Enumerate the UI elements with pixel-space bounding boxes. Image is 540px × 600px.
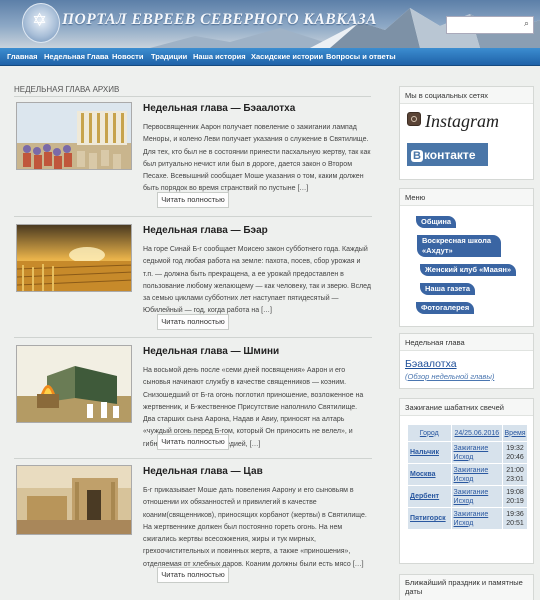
site-header: ✡ ПОРТАЛ ЕВРЕЕВ СЕВЕРНОГО КАВКАЗА ⌕: [0, 0, 540, 48]
main-nav: Главная Недельная Глава Новости Традиции…: [0, 48, 540, 66]
instagram-link[interactable]: Instagram: [425, 111, 499, 132]
divider: [14, 337, 372, 338]
search-box: ⌕: [446, 16, 534, 34]
post-title[interactable]: Недельная глава — Бэар: [143, 225, 268, 236]
menu-widget: Меню Община Воскресная школа «Ахдут» Жен…: [399, 188, 534, 327]
city-link[interactable]: Москва: [407, 463, 452, 486]
post-card: Недельная глава — Бэар На горе Синай Б-г…: [14, 224, 372, 342]
page-title: НЕДЕЛЬНАЯ ГЛАВА АРХИВ: [14, 85, 120, 94]
time-exit: 20:19: [506, 497, 524, 505]
column-header-city[interactable]: Город: [407, 424, 452, 442]
candle-table: Город 24/25.06.2016 Время Нальчик Зажига…: [407, 424, 528, 530]
menu-item-womens-club[interactable]: Женский клуб «Мааян»: [420, 264, 517, 276]
post-title[interactable]: Недельная глава — Шмини: [143, 346, 279, 357]
time-exit: 23:01: [506, 475, 524, 483]
nav-item-our-history[interactable]: Наша история: [193, 52, 246, 61]
widget-title: Меню: [400, 189, 533, 206]
menu-item-community[interactable]: Община: [416, 216, 457, 228]
nav-item-faq[interactable]: Вопросы и ответы: [326, 52, 396, 61]
nav-item-traditions[interactable]: Традиции: [151, 52, 187, 61]
city-link[interactable]: Нальчик: [407, 441, 452, 464]
read-more-button[interactable]: Читать полностью: [157, 192, 229, 208]
divider: [14, 96, 371, 97]
city-link[interactable]: Дербент: [407, 485, 452, 508]
menu-item-sunday-school[interactable]: Воскресная школа «Ахдут»: [417, 235, 501, 257]
time-cell: 19:08 20:19: [502, 485, 528, 508]
event-exit[interactable]: Исход: [454, 454, 474, 461]
time-lighting: 19:32: [506, 444, 524, 452]
post-card: Недельная глава — Бэаалотха Первосвященн…: [14, 102, 372, 220]
post-excerpt: Первосвященник Аарон получает повеление …: [143, 124, 371, 193]
event-lighting[interactable]: Зажигание: [454, 489, 489, 496]
table-row: Нальчик Зажигание Исход 19:32 20:46: [407, 441, 528, 464]
time-exit: 20:51: [506, 519, 524, 527]
column-header-date[interactable]: 24/25.06.2016: [450, 424, 504, 442]
site-title[interactable]: ПОРТАЛ ЕВРЕЕВ СЕВЕРНОГО КАВКАЗА: [62, 11, 377, 29]
post-title[interactable]: Недельная глава — Цав: [143, 466, 263, 477]
star-of-david-icon: ✡: [32, 10, 48, 31]
table-header-row: Город 24/25.06.2016 Время: [407, 424, 528, 442]
time-cell: 21:00 23:01: [502, 463, 528, 486]
event-exit[interactable]: Исход: [454, 498, 474, 505]
post-title[interactable]: Недельная глава — Бэаалотха: [143, 103, 295, 114]
post-card: Недельная глава — Цав Б-г приказывает Мо…: [14, 465, 372, 595]
time-lighting: 19:08: [506, 488, 524, 496]
event-lighting[interactable]: Зажигание: [454, 467, 489, 474]
divider: [14, 458, 372, 459]
vk-icon: В: [411, 150, 423, 162]
post-thumbnail[interactable]: [16, 102, 132, 170]
menu-item-newspaper[interactable]: Наша газета: [420, 283, 476, 295]
post-excerpt: На горе Синай Б-г сообщает Моисею закон …: [143, 246, 372, 315]
time-cell: 19:32 20:46: [502, 441, 528, 464]
nav-item-home[interactable]: Главная: [7, 52, 38, 61]
nav-item-weekly-parsha[interactable]: Недельная Глава: [44, 52, 109, 61]
post-thumbnail[interactable]: [16, 465, 132, 535]
time-lighting: 19:36: [506, 510, 524, 518]
read-more-button[interactable]: Читать полностью: [157, 434, 229, 450]
vk-label: контакте: [423, 148, 476, 162]
search-input[interactable]: [447, 17, 517, 33]
nav-item-hasidic-stories[interactable]: Хасидские истории: [251, 52, 323, 61]
column-header-time[interactable]: Время: [502, 424, 528, 442]
time-exit: 20:46: [506, 453, 524, 461]
event-cell[interactable]: Зажигание Исход: [450, 507, 504, 530]
candle-lighting-widget: Зажигание шабатних свечей Город 24/25.06…: [399, 398, 534, 564]
table-row: Дербент Зажигание Исход 19:08 20:19: [407, 485, 528, 508]
instagram-icon[interactable]: [407, 112, 421, 126]
event-lighting[interactable]: Зажигание: [454, 445, 489, 452]
read-more-button[interactable]: Читать полностью: [157, 567, 229, 583]
event-cell[interactable]: Зажигание Исход: [450, 441, 504, 464]
widget-title: Недельная глава: [400, 334, 533, 351]
event-cell[interactable]: Зажигание Исход: [450, 485, 504, 508]
event-lighting[interactable]: Зажигание: [454, 511, 489, 518]
post-thumbnail[interactable]: [16, 224, 132, 292]
divider: [14, 216, 372, 217]
post-excerpt: Б-г приказывает Моше дать повеления Ааро…: [143, 487, 367, 568]
post-card: Недельная глава — Шмини На восьмой день …: [14, 345, 372, 465]
parsha-review-link[interactable]: (Обзор недельной главы): [405, 372, 494, 381]
widget-title: Зажигание шабатних свечей: [400, 399, 533, 416]
nav-item-news[interactable]: Новости: [112, 52, 143, 61]
city-link[interactable]: Пятигорск: [407, 507, 452, 530]
widget-title: Ближайший праздник и памятные даты: [400, 575, 533, 600]
widget-title: Мы в социальных сетях: [400, 87, 533, 104]
event-exit[interactable]: Исход: [454, 520, 474, 527]
post-thumbnail[interactable]: [16, 345, 132, 423]
search-icon[interactable]: ⌕: [524, 19, 529, 29]
table-row: Пятигорск Зажигание Исход 19:36 20:51: [407, 507, 528, 530]
read-more-button[interactable]: Читать полностью: [157, 314, 229, 330]
site-logo[interactable]: ✡: [22, 3, 60, 43]
time-cell: 19:36 20:51: [502, 507, 528, 530]
parsha-widget: Недельная глава Бэаалотха (Обзор недельн…: [399, 333, 534, 389]
social-widget: Мы в социальных сетях Instagram Вконтакт…: [399, 86, 534, 180]
table-row: Москва Зажигание Исход 21:00 23:01: [407, 463, 528, 486]
menu-item-photo-gallery[interactable]: Фотогалерея: [416, 302, 475, 314]
vkontakte-link[interactable]: Вконтакте: [407, 143, 488, 166]
event-exit[interactable]: Исход: [454, 476, 474, 483]
time-lighting: 21:00: [506, 466, 524, 474]
event-cell[interactable]: Зажигание Исход: [450, 463, 504, 486]
parsha-link[interactable]: Бэаалотха: [405, 358, 457, 370]
holidays-widget: Ближайший праздник и памятные даты: [399, 574, 534, 600]
